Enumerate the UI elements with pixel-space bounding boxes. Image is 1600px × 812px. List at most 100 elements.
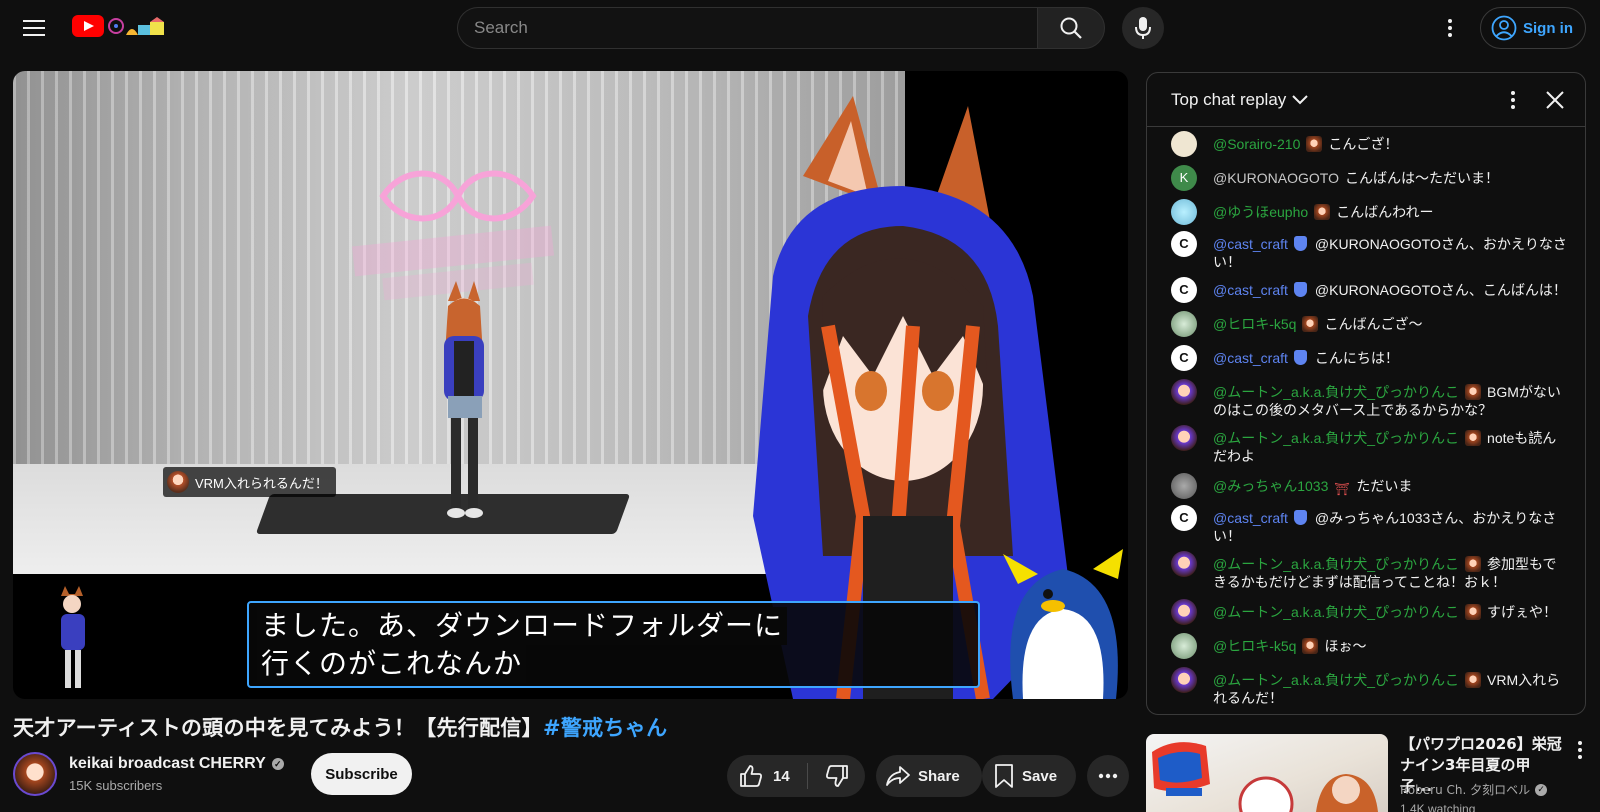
verified-badge-icon: ✓ (1535, 783, 1548, 796)
moderator-shield-icon (1293, 350, 1307, 365)
chat-avatar (1171, 311, 1197, 337)
more-vert-icon (1448, 19, 1452, 37)
voice-search-button[interactable] (1122, 7, 1164, 49)
walking-avatar (61, 586, 85, 688)
chat-text: こんござ！ (1328, 136, 1399, 152)
chat-message: C @cast_craft @みっちゃん1033さん、おかえりなさい！ (1147, 505, 1585, 551)
chat-message: @ムートン_a.k.a.負け犬_ぴっかりんこ noteも読んだわよ (1147, 425, 1585, 473)
chat-message: @ムートン_a.k.a.負け犬_ぴっかりんこ 参加型もできるかもだけどまずは配信っ… (1147, 551, 1585, 599)
chat-avatar (1171, 425, 1197, 451)
torii-emote-icon: ⛩ (1334, 482, 1350, 496)
recommended-thumbnail[interactable] (1146, 734, 1388, 812)
search-icon (1060, 17, 1082, 39)
chat-author[interactable]: @みっちゃん1033 (1213, 478, 1328, 494)
member-emote-icon (1302, 316, 1319, 332)
member-emote-icon (1465, 672, 1482, 688)
chat-message: @Sorairo-210 こんござ！ (1147, 131, 1585, 165)
chat-message: @みっちゃん1033 ⛩ ただいま (1147, 473, 1585, 505)
like-button[interactable]: 14 (727, 755, 807, 797)
more-vert-icon (1578, 741, 1582, 759)
recommended-channel-name: Roberu Ch. 夕刻ロベル (1400, 783, 1531, 797)
more-actions-button[interactable] (1087, 755, 1129, 797)
member-emote-icon (1302, 638, 1319, 654)
channel-name-link[interactable]: keikai broadcast CHERRY ✓ (69, 755, 284, 773)
chat-header: Top chat replay (1147, 73, 1585, 127)
share-label: Share (918, 767, 960, 785)
recommended-channel[interactable]: Roberu Ch. 夕刻ロベル ✓ (1400, 781, 1548, 798)
like-dislike-group: 14 (727, 755, 865, 797)
chat-author[interactable]: @cast_craft (1213, 350, 1288, 366)
chat-message: @ムートン_a.k.a.負け犬_ぴっかりんこ すげぇや！ (1147, 599, 1585, 633)
member-emote-icon (1306, 136, 1323, 152)
chat-avatar: C (1171, 231, 1197, 257)
chat-mode-dropdown[interactable]: Top chat replay (1171, 89, 1309, 110)
video-player[interactable]: VRM入れられるんだ！ ました。あ、ダウンロードフォルダーに 行くのがこれなんか (13, 71, 1128, 699)
member-emote-icon (1465, 430, 1482, 446)
more-horiz-icon (1098, 773, 1118, 779)
channel-name: keikai broadcast CHERRY (69, 755, 266, 772)
thumbs-down-icon (825, 765, 848, 787)
recommended-more-button[interactable] (1570, 738, 1590, 762)
search-button[interactable] (1037, 7, 1105, 49)
chat-avatar (1171, 599, 1197, 625)
chat-message: C @cast_craft @KURONAOGOTOさん、こんばんは！ (1147, 277, 1585, 311)
microphone-icon (1135, 17, 1151, 39)
guide-menu-button[interactable] (14, 8, 54, 48)
verified-badge-icon: ✓ (271, 758, 284, 770)
chat-author[interactable]: @cast_craft (1213, 282, 1288, 298)
chat-more-button[interactable] (1499, 86, 1527, 114)
bookmark-icon (995, 764, 1013, 788)
settings-menu-button[interactable] (1430, 8, 1470, 48)
chat-author[interactable]: @cast_craft (1213, 236, 1288, 252)
chat-avatar (1171, 633, 1197, 659)
chat-close-button[interactable] (1541, 86, 1569, 114)
chat-avatar: C (1171, 277, 1197, 303)
chat-avatar: K (1171, 165, 1197, 191)
chat-author[interactable]: @ヒロキ-k5q (1213, 316, 1296, 332)
hashtag-link[interactable]: #警戒ちゃん (543, 716, 667, 740)
channel-avatar[interactable] (13, 752, 57, 796)
chat-author[interactable]: @ムートン_a.k.a.負け犬_ぴっかりんこ (1213, 672, 1459, 688)
youtube-logo[interactable] (72, 15, 166, 37)
chat-author[interactable]: @ヒロキ-k5q (1213, 638, 1296, 654)
thumbnail-art (1152, 742, 1378, 812)
like-count: 14 (773, 767, 790, 785)
thumbs-up-icon (740, 765, 762, 787)
chat-avatar (1171, 199, 1197, 225)
chat-author[interactable]: @cast_craft (1213, 510, 1288, 526)
chat-text: ただいま (1356, 478, 1413, 494)
sign-in-button[interactable]: Sign in (1480, 7, 1586, 49)
chat-title: Top chat replay (1171, 89, 1287, 109)
subscribe-button[interactable]: Subscribe (311, 753, 412, 795)
video-title-text: 天才アーティストの頭の中を見てみよう！【先行配信】 (13, 716, 543, 740)
chat-message: C @cast_craft こんにちは！ (1147, 345, 1585, 379)
share-icon (886, 766, 910, 786)
penguin-mascot (1003, 549, 1123, 699)
chat-author[interactable]: @ムートン_a.k.a.負け犬_ぴっかりんこ (1213, 384, 1459, 400)
member-emote-icon (1465, 556, 1482, 572)
account-icon (1491, 15, 1517, 41)
dislike-button[interactable] (808, 755, 865, 797)
recommended-viewers: 1.4K watching (1400, 802, 1476, 812)
closed-caption-box: ました。あ、ダウンロードフォルダーに 行くのがこれなんか (247, 601, 980, 688)
chat-author[interactable]: @ムートン_a.k.a.負け犬_ぴっかりんこ (1213, 556, 1459, 572)
moderator-shield-icon (1293, 510, 1307, 525)
chat-avatar (1171, 667, 1197, 693)
share-button[interactable]: Share (876, 755, 982, 797)
video-title: 天才アーティストの頭の中を見てみよう！【先行配信】#警戒ちゃん (13, 712, 667, 742)
chat-text: すげぇや！ (1487, 604, 1558, 620)
chat-text: ほぉ〜 (1324, 638, 1367, 654)
save-button[interactable]: Save (982, 755, 1076, 797)
chat-author[interactable]: @ムートン_a.k.a.負け犬_ぴっかりんこ (1213, 430, 1459, 446)
chat-text: @KURONAOGOTOさん、こんばんは！ (1314, 282, 1567, 298)
chat-author[interactable]: @ムートン_a.k.a.負け犬_ぴっかりんこ (1213, 604, 1459, 620)
chat-message-list[interactable]: @Sorairo-210 こんござ！ K @KURONAOGOTO こんばんは〜ただ… (1147, 127, 1585, 713)
chat-author[interactable]: @Sorairo-210 (1213, 136, 1300, 152)
chat-author[interactable]: @ゆうほeupho (1213, 204, 1308, 220)
caption-line-2: 行くのがこれなんか (257, 645, 527, 683)
chat-author[interactable]: @KURONAOGOTO (1213, 170, 1339, 186)
search-input[interactable] (457, 7, 1037, 49)
member-emote-icon (1465, 604, 1482, 620)
live-chat-panel: Top chat replay @Sorairo-210 こんござ！ K @KUR… (1146, 72, 1586, 715)
chat-text: こんばんわれー (1336, 204, 1434, 220)
